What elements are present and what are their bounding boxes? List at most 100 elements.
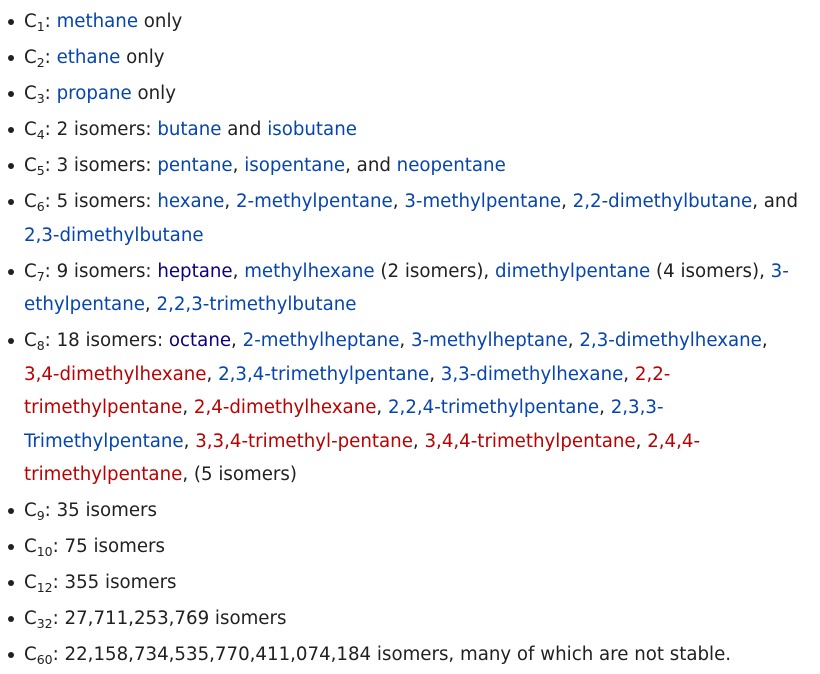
carbon-symbol: C bbox=[24, 644, 37, 666]
carbon-count: 12 bbox=[36, 580, 53, 596]
item-text: , bbox=[144, 294, 157, 316]
compound-link[interactable]: 2-methylheptane bbox=[243, 330, 400, 351]
compound-link[interactable]: 2,4,4- bbox=[647, 431, 700, 452]
item-text: , bbox=[429, 363, 441, 385]
item-text: : bbox=[44, 46, 57, 68]
carbon-count: 10 bbox=[36, 544, 53, 560]
carbon-count: 3 bbox=[36, 90, 45, 106]
item-text: , bbox=[399, 330, 411, 352]
list-item-c10: C10: 75 isomers bbox=[0, 530, 812, 564]
carbon-count: 2 bbox=[36, 54, 45, 70]
compound-link[interactable]: trimethylpentane bbox=[24, 397, 182, 418]
compound-link[interactable]: 2,3-dimethylbutane bbox=[24, 225, 204, 246]
item-text: , bbox=[412, 430, 425, 452]
item-text: , bbox=[599, 397, 611, 419]
compound-link[interactable]: 3,4,4-trimethylpentane bbox=[424, 431, 635, 452]
compound-link[interactable]: 2-methylpentane bbox=[236, 191, 393, 212]
item-text: only bbox=[131, 82, 177, 104]
compound-link[interactable]: 3-methylpentane bbox=[404, 191, 561, 212]
item-text: , bbox=[376, 397, 388, 419]
compound-link[interactable]: 2,3,3- bbox=[611, 397, 664, 418]
carbon-symbol: C bbox=[24, 572, 37, 594]
compound-link[interactable]: heptane bbox=[157, 261, 232, 282]
list-item-c1: C1: methane only bbox=[0, 5, 812, 39]
list-item-c8: C8: 18 isomers: octane, 2-methylheptane,… bbox=[0, 324, 812, 492]
compound-link[interactable]: isopentane bbox=[244, 155, 345, 176]
item-text: , bbox=[206, 363, 219, 385]
item-text: : 27,711,253,769 isomers bbox=[52, 608, 287, 630]
compound-link[interactable]: neopentane bbox=[397, 155, 506, 176]
compound-link[interactable]: 2,2,4-trimethylpentane bbox=[388, 397, 599, 418]
compound-link[interactable]: methane bbox=[57, 11, 138, 32]
compound-link[interactable]: dimethylpentane bbox=[495, 261, 650, 282]
compound-link[interactable]: octane bbox=[169, 330, 231, 351]
carbon-count: 9 bbox=[36, 508, 45, 524]
item-text: (4 isomers), bbox=[650, 260, 771, 282]
item-text: , bbox=[623, 363, 635, 385]
compound-link[interactable]: butane bbox=[157, 119, 221, 140]
carbon-count: 4 bbox=[36, 126, 45, 142]
item-text: : 75 isomers bbox=[52, 536, 165, 558]
carbon-symbol: C bbox=[24, 190, 37, 212]
item-text: , bbox=[232, 154, 245, 176]
item-text: , (5 isomers) bbox=[182, 464, 297, 486]
carbon-count: 5 bbox=[36, 162, 45, 178]
carbon-count: 7 bbox=[36, 268, 45, 284]
item-text: , bbox=[761, 330, 768, 352]
compound-link[interactable]: pentane bbox=[157, 155, 232, 176]
item-text: : 18 isomers: bbox=[44, 330, 169, 352]
compound-link[interactable]: 3,4-dimethylhexane bbox=[24, 364, 207, 385]
carbon-symbol: C bbox=[24, 260, 37, 282]
list-item-c5: C5: 3 isomers: pentane, isopentane, and … bbox=[0, 149, 812, 183]
compound-link[interactable]: 2,4-dimethylhexane bbox=[194, 397, 377, 418]
compound-link[interactable]: 3,3-dimethylhexane bbox=[441, 364, 624, 385]
item-text: : 3 isomers: bbox=[44, 154, 158, 176]
item-text: , bbox=[224, 190, 236, 212]
item-text: : 5 isomers: bbox=[44, 190, 158, 212]
carbon-count: 6 bbox=[36, 198, 45, 214]
compound-link[interactable]: Trimethylpentane bbox=[24, 431, 184, 452]
item-text: , bbox=[392, 190, 405, 212]
item-text: , bbox=[231, 330, 243, 352]
carbon-symbol: C bbox=[24, 500, 37, 522]
compound-link[interactable]: 2,2- bbox=[635, 364, 671, 385]
list-item-c4: C4: 2 isomers: butane and isobutane bbox=[0, 113, 812, 147]
compound-link[interactable]: ethylpentane bbox=[24, 294, 145, 315]
item-text: , and bbox=[752, 190, 798, 212]
item-text: , bbox=[561, 190, 573, 212]
item-text: : 22,158,734,535,770,411,074,184 isomers… bbox=[52, 644, 732, 666]
item-text: only bbox=[120, 46, 165, 68]
compound-link[interactable]: 2,2-dimethylbutane bbox=[573, 191, 753, 212]
item-text: , and bbox=[345, 154, 397, 176]
list-item-c9: C9: 35 isomers bbox=[0, 494, 812, 528]
list-item-c7: C7: 9 isomers: heptane, methylhexane (2 … bbox=[0, 255, 812, 322]
carbon-count: 60 bbox=[36, 652, 53, 668]
carbon-symbol: C bbox=[24, 82, 37, 104]
item-text: : 2 isomers: bbox=[44, 118, 158, 140]
compound-link[interactable]: isobutane bbox=[267, 119, 357, 140]
compound-link[interactable]: methylhexane bbox=[244, 261, 374, 282]
carbon-symbol: C bbox=[24, 46, 37, 68]
compound-link[interactable]: 2,3,4-trimethylpentane bbox=[218, 364, 429, 385]
compound-link[interactable]: 3- bbox=[771, 261, 789, 282]
carbon-count: 1 bbox=[36, 19, 45, 34]
item-text: , bbox=[567, 330, 580, 352]
compound-link[interactable]: 3,3,4-trimethyl-pentane bbox=[195, 431, 413, 452]
carbon-symbol: C bbox=[24, 118, 37, 140]
compound-link[interactable]: 3-methylheptane bbox=[411, 330, 568, 351]
item-text: , bbox=[232, 260, 245, 282]
compound-link[interactable]: 2,3-dimethylhexane bbox=[579, 330, 762, 351]
carbon-symbol: C bbox=[24, 11, 37, 32]
compound-link[interactable]: propane bbox=[57, 83, 132, 104]
item-text: and bbox=[221, 118, 268, 140]
item-text: only bbox=[138, 11, 183, 32]
compound-link[interactable]: hexane bbox=[157, 191, 224, 212]
item-text: , bbox=[182, 397, 194, 419]
compound-link[interactable]: trimethylpentane bbox=[24, 464, 182, 485]
carbon-symbol: C bbox=[24, 330, 37, 352]
item-text: , bbox=[183, 430, 196, 452]
compound-link[interactable]: ethane bbox=[57, 47, 121, 68]
compound-link[interactable]: 2,2,3-trimethylbutane bbox=[157, 294, 357, 315]
item-text: : 35 isomers bbox=[44, 500, 158, 522]
carbon-symbol: C bbox=[24, 154, 37, 176]
